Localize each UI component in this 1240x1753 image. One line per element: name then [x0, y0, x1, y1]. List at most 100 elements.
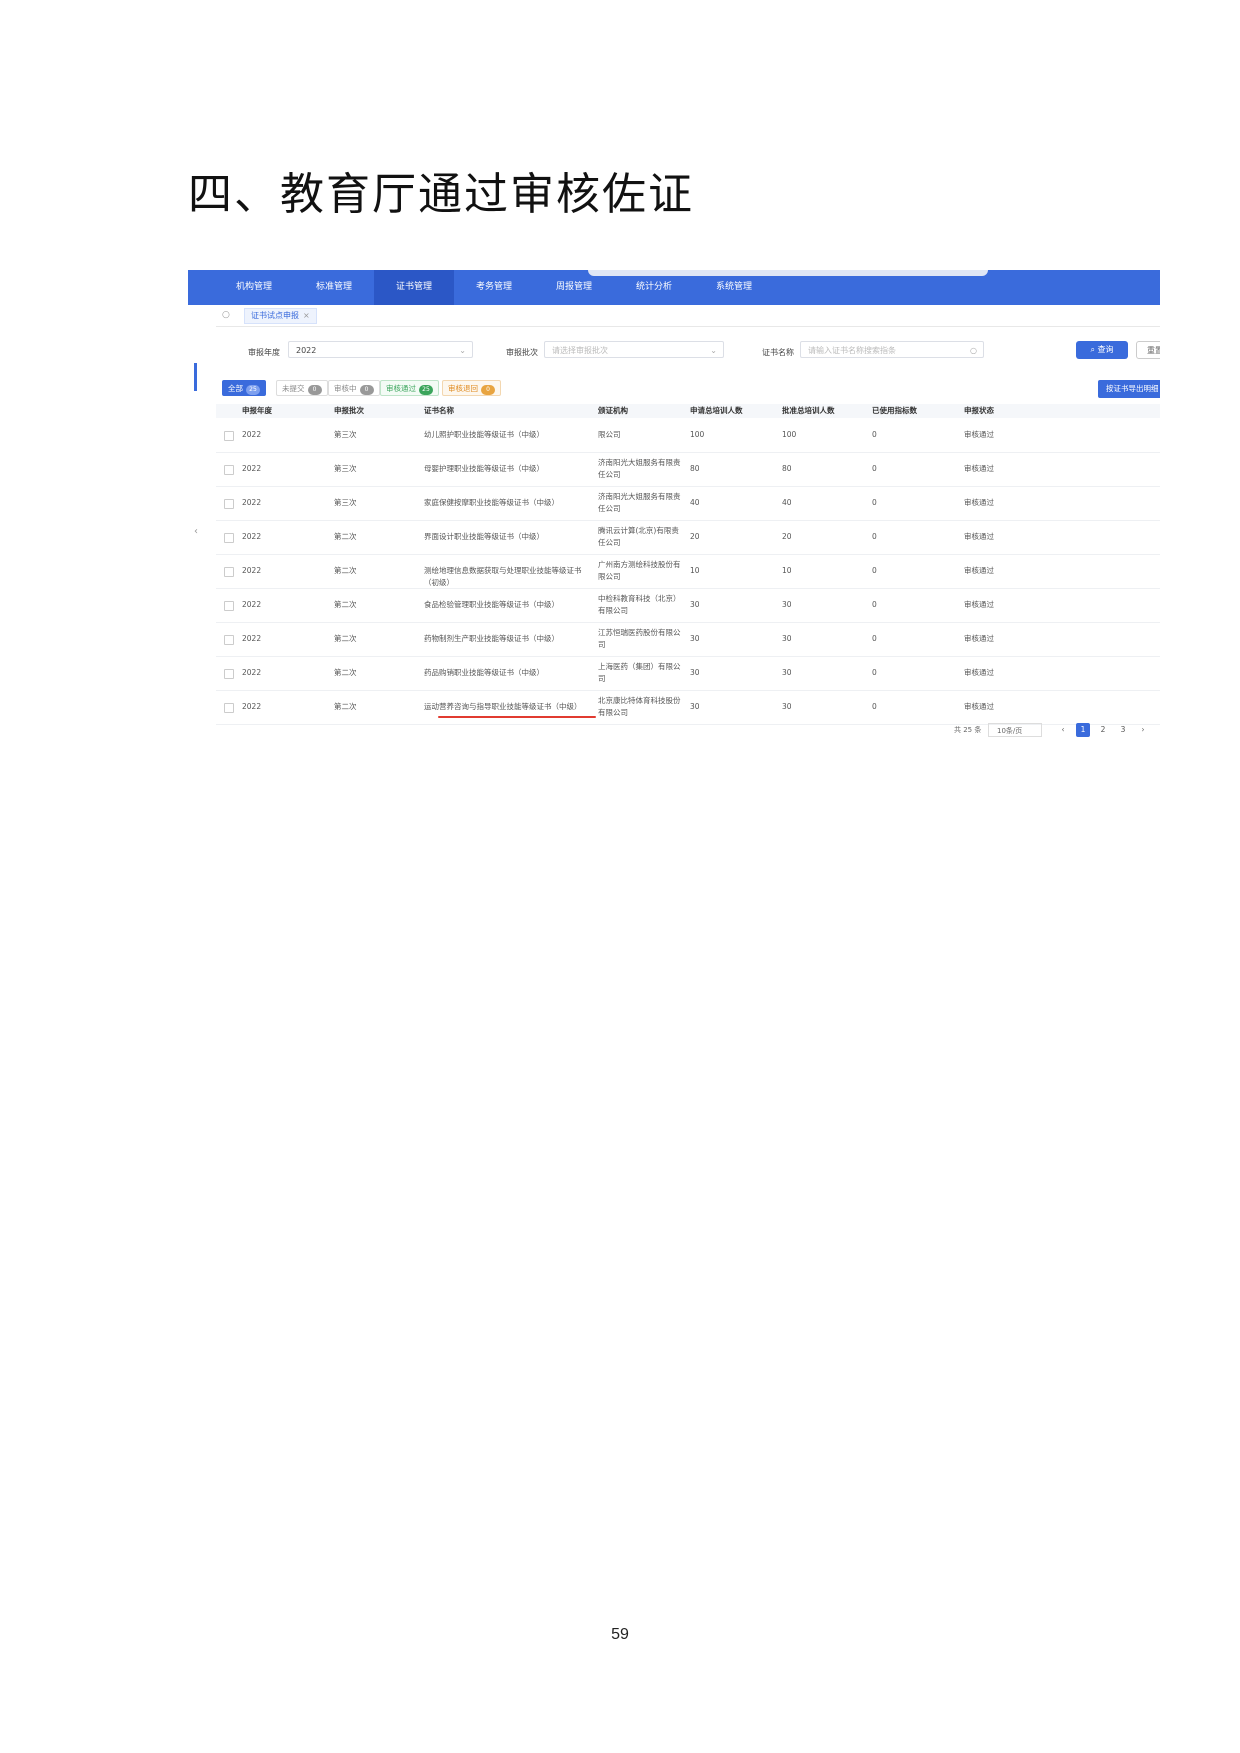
- screenshot-frame: 机构管理 标准管理 证书管理 考务管理 周报管理 统计分析 系统管理 ○ 证书试…: [188, 270, 1160, 740]
- cell-org: 济南阳光大姐服务有限责任公司: [598, 458, 681, 479]
- cell-name: 家庭保健按摩职业技能等级证书（中级）: [424, 498, 559, 507]
- cell-used: 0: [872, 668, 877, 677]
- cell-year: 2022: [242, 668, 262, 677]
- cell-year: 2022: [242, 464, 262, 473]
- nav-item-stats[interactable]: 统计分析: [614, 270, 694, 305]
- cell-year: 2022: [242, 532, 262, 541]
- row-checkbox[interactable]: [224, 567, 234, 577]
- page-heading: 四、教育厅通过审核佐证: [188, 169, 694, 220]
- cell-apply: 10: [690, 566, 700, 575]
- chevron-down-icon: ⌄: [710, 346, 717, 355]
- cell-year: 2022: [242, 430, 262, 439]
- nav-item-weekly[interactable]: 周报管理: [534, 270, 614, 305]
- highlight-underline: [438, 716, 596, 718]
- row-checkbox[interactable]: [224, 601, 234, 611]
- row-checkbox[interactable]: [224, 669, 234, 679]
- cell-year: 2022: [242, 600, 262, 609]
- column-header: 申报状态: [964, 406, 994, 415]
- status-tab-returned[interactable]: 审核退回 0: [442, 380, 501, 396]
- row-checkbox[interactable]: [224, 533, 234, 543]
- year-select[interactable]: 2022 ⌄: [288, 341, 473, 358]
- table-row[interactable]: 2022 第二次 测绘地理信息数据获取与处理职业技能等级证书（初级） 广州南方测绘科技…: [216, 554, 1160, 589]
- row-checkbox[interactable]: [224, 431, 234, 441]
- nav-item-standard[interactable]: 标准管理: [294, 270, 374, 305]
- status-tab-all[interactable]: 全部 25: [222, 380, 266, 396]
- cell-name: 界面设计职业技能等级证书（中级）: [424, 532, 544, 541]
- page-button-1[interactable]: 1: [1076, 723, 1090, 737]
- batch-select[interactable]: 请选择审报批次 ⌄: [544, 341, 724, 358]
- cell-batch: 第二次: [334, 600, 357, 609]
- cell-batch: 第二次: [334, 668, 357, 677]
- cell-approve: 80: [782, 464, 792, 473]
- year-value: 2022: [296, 346, 317, 355]
- column-header: 申报批次: [334, 406, 364, 415]
- cell-batch: 第二次: [334, 702, 357, 711]
- cell-status: 审核通过: [964, 600, 994, 609]
- cell-apply: 30: [690, 668, 700, 677]
- status-count-badge: 0: [307, 385, 322, 395]
- table-row[interactable]: 2022 第三次 母婴护理职业技能等级证书（中级） 济南阳光大姐服务有限责任公司 80 8…: [216, 452, 1160, 487]
- table-row[interactable]: 2022 第二次 运动营养咨询与指导职业技能等级证书（中级） 北京康比特体育科技股份有…: [216, 690, 1160, 725]
- cell-org: 广州南方测绘科技股份有限公司: [598, 560, 681, 581]
- cell-approve: 10: [782, 566, 792, 575]
- cert-search-input[interactable]: 请输入证书名称搜索指条 ○: [800, 341, 984, 358]
- page-button-3[interactable]: 3: [1116, 723, 1130, 737]
- cell-apply: 30: [690, 600, 700, 609]
- page-button-2[interactable]: 2: [1096, 723, 1110, 737]
- cell-status: 审核通过: [964, 430, 994, 439]
- tab-current[interactable]: 证书试点申报 ×: [244, 308, 317, 324]
- status-tab-approved[interactable]: 审核通过 25: [380, 380, 439, 396]
- status-count-badge: 0: [359, 385, 374, 395]
- cell-used: 0: [872, 430, 877, 439]
- status-tab-label: 全部: [228, 384, 243, 393]
- reset-button[interactable]: 重置: [1136, 341, 1160, 359]
- nav-item-certificate[interactable]: 证书管理: [374, 270, 454, 305]
- nav-item-exam[interactable]: 考务管理: [454, 270, 534, 305]
- cell-approve: 40: [782, 498, 792, 507]
- status-tab-reviewing[interactable]: 审核中 0: [328, 380, 380, 396]
- tab-current-label: 证书试点申报: [251, 311, 299, 320]
- table-header: 申报年度 申报批次 证书名称 颁证机构 申请总培训人数 批准总培训人数 已使用指…: [216, 404, 1160, 418]
- export-button[interactable]: 按证书导出明细: [1098, 380, 1160, 398]
- table-row[interactable]: 2022 第三次 幼儿照护职业技能等级证书（中级） 限公司 100 100 0 审核通过: [216, 418, 1160, 453]
- home-icon[interactable]: ○: [222, 310, 232, 320]
- nav-item-system[interactable]: 系统管理: [694, 270, 774, 305]
- table-row[interactable]: 2022 第二次 食品检验管理职业技能等级证书（中级） 中检科教育科技（北京）有限公司…: [216, 588, 1160, 623]
- batch-label: 审报批次: [506, 348, 538, 357]
- row-checkbox[interactable]: [224, 499, 234, 509]
- next-page-button[interactable]: ›: [1136, 723, 1150, 737]
- table-row[interactable]: 2022 第二次 界面设计职业技能等级证书（中级） 腾讯云计算(北京)有限责任公司 20…: [216, 520, 1160, 555]
- row-checkbox[interactable]: [224, 703, 234, 713]
- prev-page-button[interactable]: ‹: [1056, 723, 1070, 737]
- cell-status: 审核通过: [964, 498, 994, 507]
- table-row[interactable]: 2022 第二次 药品购销职业技能等级证书（中级） 上海医药（集团）有限公司 30 30 0…: [216, 656, 1160, 691]
- cell-batch: 第二次: [334, 566, 357, 575]
- cell-used: 0: [872, 702, 877, 711]
- cell-org: 中检科教育科技（北京）有限公司: [598, 594, 681, 615]
- cell-used: 0: [872, 566, 877, 575]
- table-row[interactable]: 2022 第三次 家庭保健按摩职业技能等级证书（中级） 济南阳光大姐服务有限责任公司 4…: [216, 486, 1160, 521]
- close-icon[interactable]: ×: [303, 311, 310, 320]
- status-tab-unsubmitted[interactable]: 未提交 0: [276, 380, 328, 396]
- status-tab-label: 未提交: [282, 384, 305, 393]
- cell-batch: 第二次: [334, 634, 357, 643]
- cell-status: 审核通过: [964, 668, 994, 677]
- nav-item-org[interactable]: 机构管理: [214, 270, 294, 305]
- collapse-arrow-icon[interactable]: ‹: [194, 526, 198, 537]
- row-checkbox[interactable]: [224, 635, 234, 645]
- column-header: 申报年度: [242, 406, 272, 415]
- table-row[interactable]: 2022 第二次 药物制剂生产职业技能等级证书（中级） 江苏恒瑞医药股份有限公司 30 3…: [216, 622, 1160, 657]
- page-size-select[interactable]: 10条/页: [988, 723, 1042, 737]
- row-checkbox[interactable]: [224, 465, 234, 475]
- search-button[interactable]: ⌕ 查询: [1076, 341, 1128, 359]
- cell-batch: 第三次: [334, 430, 357, 439]
- cell-org: 北京康比特体育科技股份有限公司: [598, 696, 681, 717]
- status-count-badge: 25: [246, 385, 260, 395]
- cell-org: 江苏恒瑞医药股份有限公司: [598, 628, 681, 649]
- column-header: 已使用指标数: [872, 406, 917, 415]
- cell-name: 药物制剂生产职业技能等级证书（中级）: [424, 634, 559, 643]
- cell-approve: 30: [782, 702, 792, 711]
- cell-batch: 第三次: [334, 464, 357, 473]
- cell-status: 审核通过: [964, 532, 994, 541]
- cert-placeholder: 请输入证书名称搜索指条: [808, 346, 896, 355]
